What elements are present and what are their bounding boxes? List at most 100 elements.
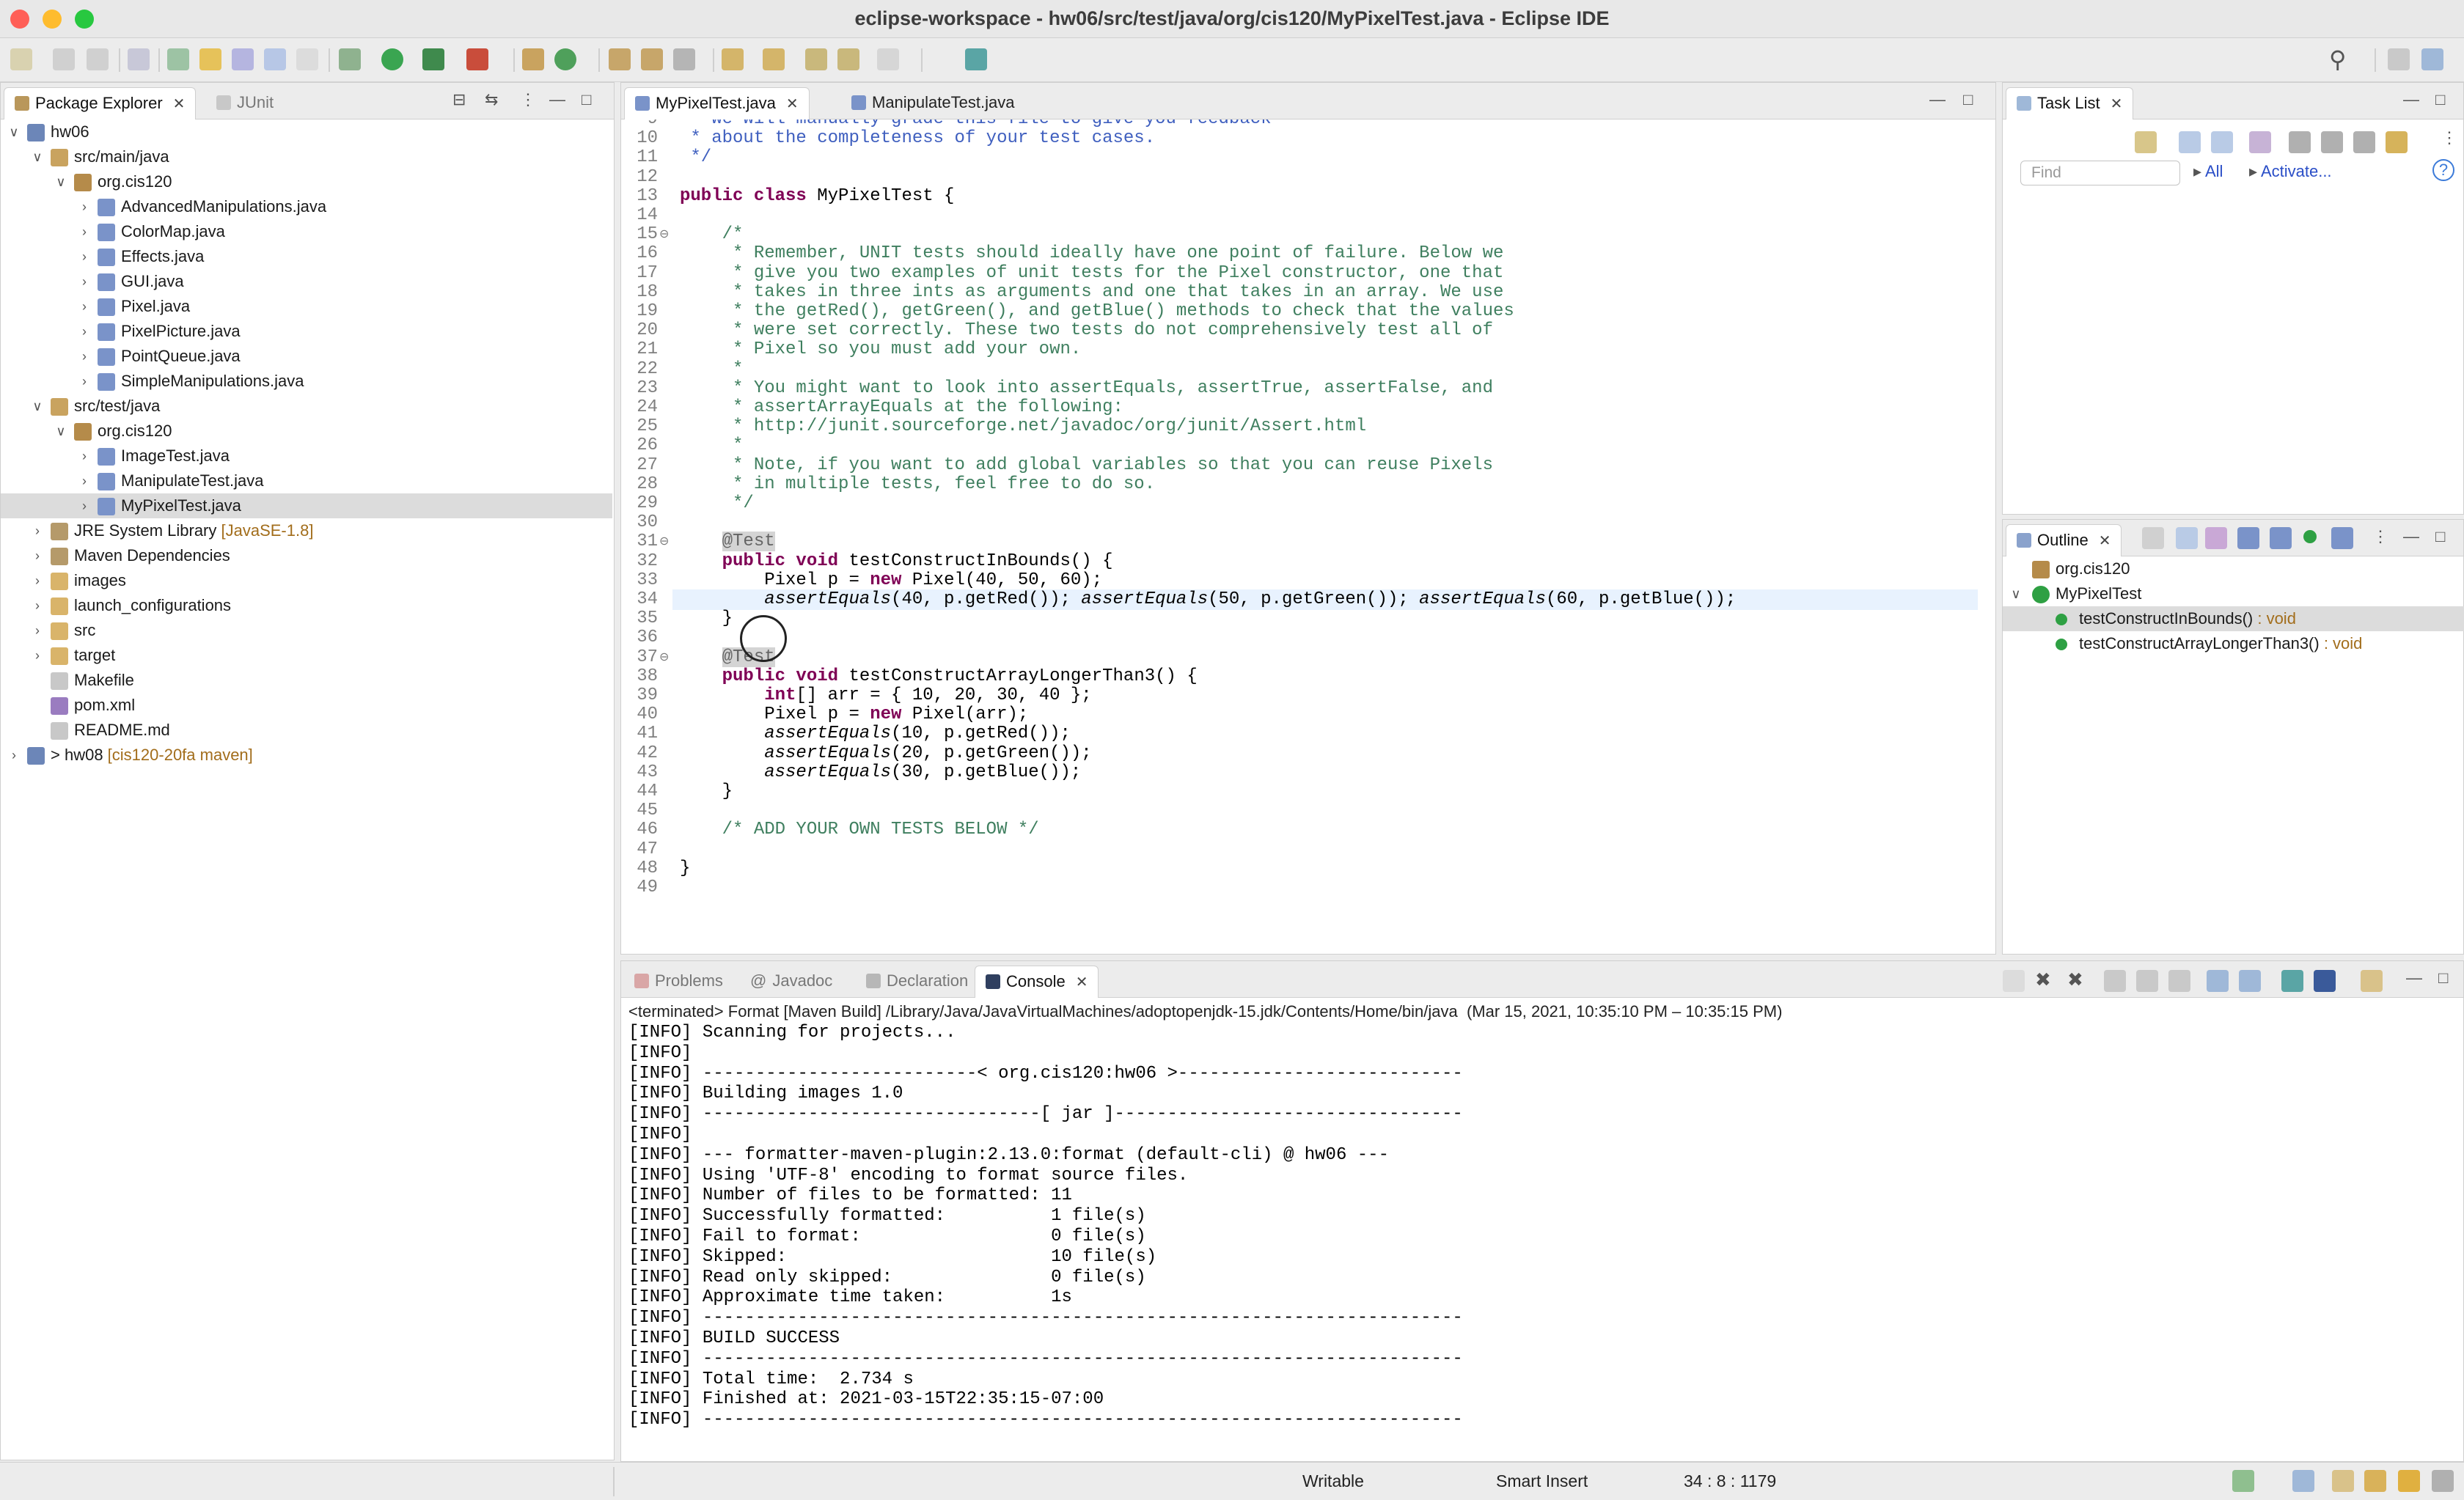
outline-item[interactable]: org.cis120 — [2003, 556, 2464, 581]
maximize-icon[interactable]: □ — [1963, 90, 1973, 109]
view-menu-icon[interactable]: ⋮ — [2441, 128, 2457, 147]
activate-link[interactable]: ▸ Activate... — [2249, 162, 2332, 181]
clear-console-icon[interactable] — [2104, 970, 2126, 992]
minimize-icon[interactable]: — — [1929, 90, 1946, 109]
java-perspective-icon[interactable] — [2421, 48, 2443, 70]
insert-mode-status[interactable]: Smart Insert — [1496, 1471, 1588, 1491]
tree-item[interactable]: › images — [1, 568, 612, 593]
tree-item[interactable]: › GUI.java — [1, 269, 612, 294]
open-console-icon[interactable] — [2361, 970, 2383, 992]
save-icon[interactable] — [53, 48, 75, 70]
settings-icon[interactable] — [2432, 1470, 2454, 1492]
new-task-icon[interactable] — [2135, 131, 2157, 153]
word-wrap-icon[interactable] — [264, 48, 286, 70]
sort-icon[interactable] — [2142, 527, 2164, 549]
debug-icon[interactable] — [339, 48, 361, 70]
tree-item[interactable]: › ColorMap.java — [1, 219, 612, 244]
tips-icon[interactable] — [2398, 1470, 2420, 1492]
synchronize-icon[interactable] — [2386, 131, 2408, 153]
tree-item[interactable]: › Effects.java — [1, 244, 612, 269]
chevron-right-icon[interactable]: › — [77, 369, 92, 394]
collapse-all-icon[interactable] — [2176, 527, 2198, 549]
forward-icon[interactable] — [877, 48, 899, 70]
fold-icon[interactable]: ⊖ — [659, 534, 669, 548]
tab-console[interactable]: Console ✕ — [975, 966, 1099, 998]
close-icon[interactable]: ✕ — [173, 96, 186, 112]
chevron-right-icon[interactable]: › — [30, 518, 45, 543]
back-icon[interactable] — [837, 48, 859, 70]
tab-manipulatetest[interactable]: ManipulateTest.java — [841, 87, 1024, 120]
tree-item[interactable]: › launch_configurations — [1, 593, 612, 618]
tree-item[interactable]: › AdvancedManipulations.java — [1, 194, 612, 219]
maximize-icon[interactable]: □ — [582, 90, 591, 109]
chevron-right-icon[interactable]: › — [30, 618, 45, 643]
close-icon[interactable]: ✕ — [2099, 533, 2111, 549]
hide-static-icon[interactable] — [2270, 527, 2292, 549]
tree-item[interactable]: ∨ src/main/java — [1, 144, 612, 169]
minimize-icon[interactable]: — — [2403, 527, 2419, 546]
chevron-right-icon[interactable]: › — [30, 593, 45, 618]
open-type-icon[interactable] — [609, 48, 631, 70]
scroll-lock-icon[interactable] — [2136, 970, 2158, 992]
sort-alpha-icon[interactable] — [2205, 527, 2227, 549]
chevron-right-icon[interactable]: › — [30, 643, 45, 668]
code-editor[interactable]: 9 * we will manually grade this file to … — [621, 120, 1995, 954]
help-icon[interactable]: ? — [2432, 159, 2454, 181]
minimize-icon[interactable]: — — [2403, 90, 2419, 109]
tab-javadoc[interactable]: @ Javadoc — [740, 966, 843, 998]
pin-console-icon[interactable] — [2281, 970, 2303, 992]
tree-item[interactable]: › > hw08 [cis120-20fa maven] — [1, 743, 612, 768]
close-icon[interactable]: ✕ — [786, 96, 799, 112]
tree-item[interactable]: Makefile — [1, 668, 612, 693]
tree-item[interactable]: › PixelPicture.java — [1, 319, 612, 344]
tree-item[interactable]: › MyPixelTest.java — [1, 493, 612, 518]
fold-icon[interactable]: ⊖ — [659, 227, 669, 241]
fold-icon[interactable]: ⊖ — [659, 650, 669, 664]
open-perspective-icon[interactable] — [2388, 48, 2410, 70]
hide-local-types-icon[interactable] — [2331, 527, 2353, 549]
chevron-down-icon[interactable]: ∨ — [7, 120, 21, 144]
collapse-all-icon[interactable]: ⊟ — [452, 90, 466, 109]
maximize-icon[interactable]: □ — [2435, 90, 2445, 109]
view-menu-icon[interactable]: ⋮ — [2372, 527, 2388, 546]
task-find-input[interactable]: Find — [2020, 161, 2180, 185]
minimize-icon[interactable]: — — [549, 90, 565, 109]
tree-item[interactable]: ∨ org.cis120 — [1, 419, 612, 444]
run-icon[interactable] — [381, 48, 403, 70]
maximize-icon[interactable]: □ — [2438, 968, 2448, 988]
chevron-right-icon[interactable]: › — [30, 543, 45, 568]
save-all-icon[interactable] — [87, 48, 109, 70]
remove-launch-icon[interactable]: ✖ — [2035, 968, 2051, 991]
focus-icon[interactable] — [2249, 131, 2271, 153]
all-tasks-link[interactable]: ▸ All — [2193, 162, 2223, 181]
view-menu-icon[interactable]: ⋮ — [520, 90, 536, 109]
chevron-right-icon[interactable]: › — [7, 743, 21, 768]
tab-problems[interactable]: Problems — [624, 966, 733, 998]
search-icon[interactable]: ⚲ — [2329, 45, 2346, 73]
tab-task-list[interactable]: Task List ✕ — [2006, 87, 2134, 120]
tree-item[interactable]: › target — [1, 643, 612, 668]
new-java-package-icon[interactable] — [522, 48, 544, 70]
close-icon[interactable]: ✕ — [2111, 96, 2123, 112]
open-task-icon[interactable] — [641, 48, 663, 70]
chevron-right-icon[interactable]: › — [77, 219, 92, 244]
tree-item[interactable]: › ManipulateTest.java — [1, 468, 612, 493]
outline-item[interactable]: ∨ MyPixelTest — [2003, 581, 2464, 606]
tree-item[interactable]: ∨ src/test/java — [1, 394, 612, 419]
chevron-right-icon[interactable]: › — [77, 493, 92, 518]
display-console-icon[interactable] — [2314, 970, 2336, 992]
outline-item[interactable]: testConstructArrayLongerThan3() : void — [2003, 631, 2464, 656]
hide-fields-icon[interactable] — [2237, 527, 2259, 549]
skip-breakpoints-icon[interactable] — [167, 48, 189, 70]
chevron-right-icon[interactable]: › — [77, 269, 92, 294]
tree-item[interactable]: › Maven Dependencies — [1, 543, 612, 568]
show-whitespace-icon[interactable] — [296, 48, 318, 70]
chevron-right-icon[interactable]: › — [77, 344, 92, 369]
chevron-right-icon[interactable]: › — [77, 444, 92, 468]
tab-outline[interactable]: Outline ✕ — [2006, 524, 2122, 556]
categorized-icon[interactable] — [2179, 131, 2201, 153]
chevron-down-icon[interactable]: ∨ — [30, 144, 45, 169]
new-icon[interactable] — [10, 48, 32, 70]
tree-item[interactable]: › src — [1, 618, 612, 643]
chevron-down-icon[interactable]: ∨ — [2009, 581, 2023, 606]
